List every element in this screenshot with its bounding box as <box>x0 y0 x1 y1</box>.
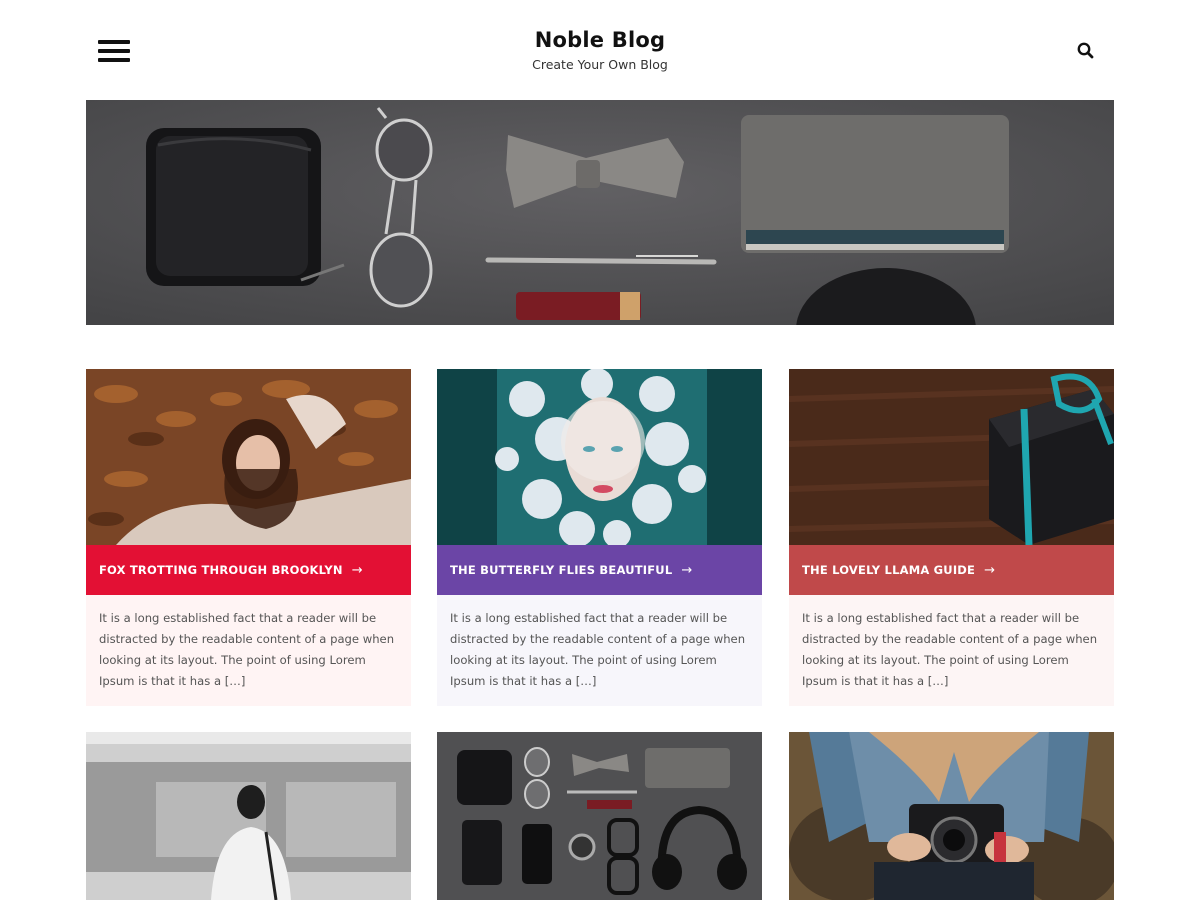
search-icon[interactable] <box>1075 40 1097 62</box>
post-excerpt: It is a long established fact that a rea… <box>86 595 411 706</box>
site-branding: Noble Blog Create Your Own Blog <box>400 26 800 74</box>
menu-bar <box>98 49 130 53</box>
arrow-right-icon: → <box>984 562 996 578</box>
post-card: THE LOVELY LLAMA GUIDE → It is a long es… <box>789 369 1114 706</box>
post-card: FOX TROTTING THROUGH BROOKLYN → It is a … <box>86 369 411 706</box>
site-description: Create Your Own Blog <box>532 57 668 72</box>
post-title-link[interactable]: FOX TROTTING THROUGH BROOKLYN → <box>86 545 411 595</box>
hamburger-menu-icon[interactable] <box>98 40 130 64</box>
post-title: THE BUTTERFLY FLIES BEAUTIFUL <box>450 563 673 577</box>
post-thumbnail[interactable] <box>437 732 762 900</box>
arrow-right-icon: → <box>681 562 693 578</box>
post-card <box>789 732 1114 900</box>
menu-bar <box>98 40 130 44</box>
menu-bar <box>98 58 130 62</box>
post-title: THE LOVELY LLAMA GUIDE <box>802 563 976 577</box>
post-thumbnail[interactable] <box>789 732 1114 900</box>
post-thumbnail[interactable] <box>437 369 762 545</box>
arrow-right-icon: → <box>351 562 363 578</box>
post-thumbnail[interactable] <box>86 369 411 545</box>
post-excerpt: It is a long established fact that a rea… <box>437 595 762 706</box>
post-thumbnail[interactable] <box>789 369 1114 545</box>
post-card <box>437 732 762 900</box>
post-card <box>86 732 411 900</box>
site-header: Noble Blog Create Your Own Blog <box>0 0 1200 100</box>
post-excerpt: It is a long established fact that a rea… <box>789 595 1114 706</box>
hero-banner-image <box>86 100 1114 325</box>
post-thumbnail[interactable] <box>86 732 411 900</box>
post-title-link[interactable]: THE BUTTERFLY FLIES BEAUTIFUL → <box>437 545 762 595</box>
post-card: THE BUTTERFLY FLIES BEAUTIFUL → It is a … <box>437 369 762 706</box>
post-title: FOX TROTTING THROUGH BROOKLYN <box>99 563 343 577</box>
site-title[interactable]: Noble Blog <box>400 26 800 54</box>
post-title-link[interactable]: THE LOVELY LLAMA GUIDE → <box>789 545 1114 595</box>
